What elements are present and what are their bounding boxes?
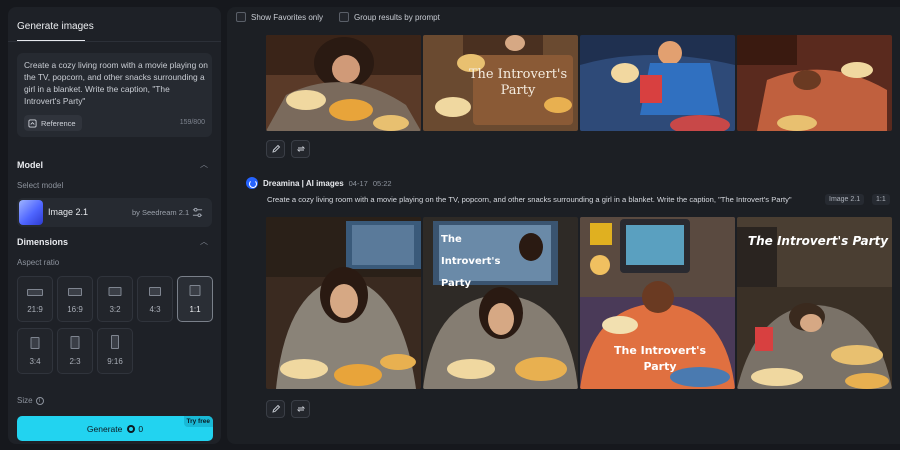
size-label-text: Size [17, 396, 33, 405]
result-image[interactable]: The Introvert's Party [423, 217, 578, 389]
aspect-ratio-1-1[interactable]: 1:1 [177, 276, 213, 322]
info-icon[interactable]: i [35, 396, 44, 405]
aspect-ratio-2-3[interactable]: 2:3 [57, 328, 93, 374]
result-image[interactable]: The Introvert's Party [423, 35, 578, 131]
pencil-icon [271, 144, 280, 153]
generation-header: Dreamina | AI images 04-17 05:22 [246, 177, 392, 189]
aspect-ratio-label: 1:1 [189, 305, 201, 314]
image-caption: The Introvert's Party [613, 344, 707, 373]
tab-generate-images[interactable]: Generate images [17, 21, 94, 32]
model-tag: Image 2.1 [825, 194, 865, 205]
pencil-icon [271, 404, 280, 413]
aspect-ratio-16-9[interactable]: 16:9 [57, 276, 93, 322]
aspect-ratio-9-16[interactable]: 9:16 [97, 328, 133, 374]
result-image[interactable] [580, 35, 735, 131]
tab-divider [8, 41, 221, 42]
model-thumbnail [19, 200, 43, 225]
model-section-title: Model [17, 160, 43, 170]
aspect-ratio-label: Aspect ratio [17, 258, 60, 267]
credit-coin-icon [127, 424, 136, 433]
image-caption: The Introvert's Party [468, 67, 568, 98]
edit-button[interactable] [266, 400, 285, 418]
sidebar: Generate images Create a cozy living roo… [8, 7, 221, 444]
checkbox-label: Group results by prompt [354, 12, 440, 22]
prompt-textarea[interactable]: Create a cozy living room with a movie p… [17, 53, 212, 137]
reference-icon [28, 118, 37, 128]
aspect-ratio-label: 2:3 [69, 357, 81, 366]
chevron-up-icon[interactable]: ︿ [200, 159, 208, 170]
regenerate-button[interactable] [291, 140, 310, 158]
aspect-ratio-3-2[interactable]: 3:2 [97, 276, 133, 322]
regenerate-button[interactable] [291, 400, 310, 418]
aspect-ratio-label: 21:9 [27, 305, 43, 314]
result-image[interactable]: The Introvert's Party [737, 217, 892, 389]
aspect-ratio-4-3[interactable]: 4:3 [137, 276, 173, 322]
settings-sliders-icon[interactable] [192, 207, 203, 218]
result-image[interactable] [266, 35, 421, 131]
aspect-ratio-label: 3:4 [29, 357, 41, 366]
refresh-icon [296, 146, 305, 152]
reference-label: Reference [41, 118, 76, 128]
prompt-text[interactable]: Create a cozy living room with a movie p… [24, 59, 208, 107]
aspect-ratio-label: 9:16 [107, 357, 123, 366]
generation-time: 05:22 [372, 178, 392, 188]
group-by-prompt-checkbox[interactable]: Group results by prompt [339, 12, 440, 22]
size-label: Size i [17, 396, 44, 405]
credit-cost: 0 [127, 424, 143, 434]
generate-label: Generate [86, 423, 123, 434]
model-selector[interactable]: Image 2.1 by Seedream 2.1 [17, 198, 212, 227]
checkbox-box[interactable] [339, 12, 350, 22]
dreamina-logo-icon [246, 177, 258, 189]
generate-button[interactable]: Generate 0 Try free [17, 416, 213, 441]
dimensions-section-title: Dimensions [17, 237, 69, 247]
try-free-badge: Try free [183, 416, 213, 427]
select-model-label: Select model [17, 181, 64, 190]
generation-source: Dreamina | AI images [263, 178, 344, 188]
char-counter: 159/800 [179, 119, 205, 126]
edit-button[interactable] [266, 140, 285, 158]
credit-cost-value: 0 [138, 423, 144, 434]
show-favorites-checkbox[interactable]: Show Favorites only [236, 12, 323, 22]
results-filters: Show Favorites only Group results by pro… [236, 12, 440, 22]
checkbox-box[interactable] [236, 12, 246, 22]
model-name: Image 2.1 [48, 207, 89, 217]
checkbox-label: Show Favorites only [251, 12, 324, 22]
result-image[interactable]: The Introvert's Party [580, 217, 735, 389]
image-caption: The Introvert's Party [747, 234, 889, 248]
aspect-ratio-3-4[interactable]: 3:4 [17, 328, 53, 374]
aspect-ratio-21-9[interactable]: 21:9 [17, 276, 53, 322]
aspect-ratio-label: 16:9 [67, 305, 83, 314]
reference-button[interactable]: Reference [24, 115, 82, 131]
image-caption: The Introvert's Party [441, 234, 501, 289]
aspect-ratio-label: 3:2 [109, 305, 121, 314]
refresh-icon [296, 406, 305, 412]
ratio-tag: 1:1 [872, 194, 890, 205]
model-provider: by Seedream 2.1 [132, 208, 190, 217]
aspect-ratio-label: 4:3 [149, 305, 161, 314]
generation-date: 04-17 [348, 178, 368, 188]
generation-prompt[interactable]: Create a cozy living room with a movie p… [267, 195, 792, 204]
result-image[interactable] [266, 217, 421, 389]
chevron-up-icon[interactable]: ︿ [200, 236, 208, 247]
result-image[interactable] [737, 35, 892, 131]
